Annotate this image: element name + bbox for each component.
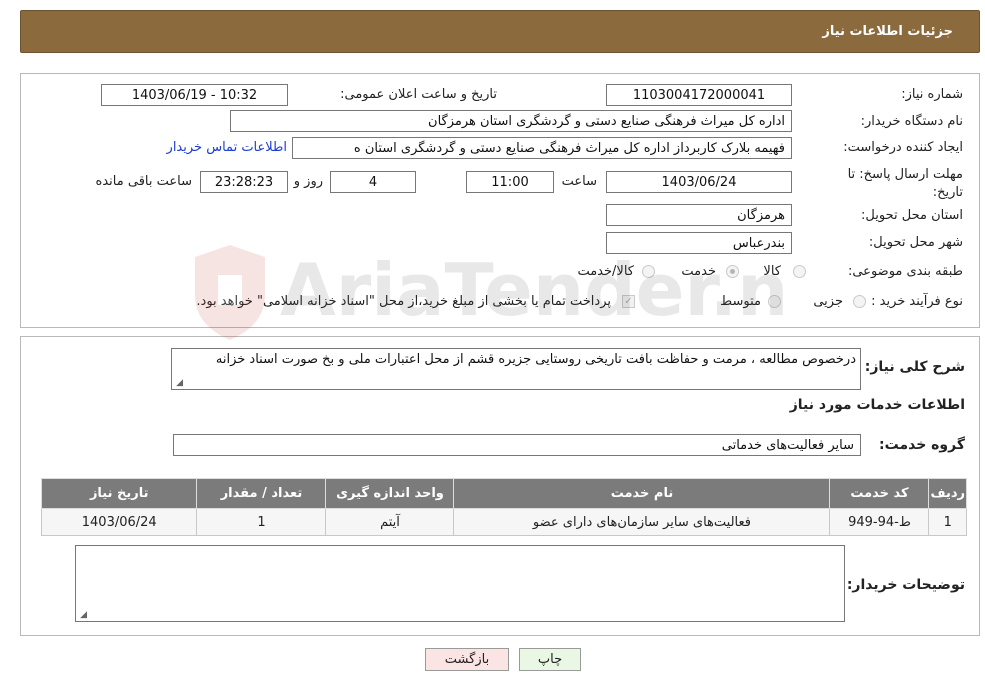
category-radio-goods-service[interactable]: [642, 265, 655, 278]
col-header-unit: واحد اندازه گیری: [325, 478, 455, 509]
need-details-panel: شرح کلی نیاز: درخصوص مطالعه ، مرمت و حفا…: [20, 336, 980, 636]
need-number-field: 1103004172000041: [606, 84, 792, 106]
col-header-quantity: تعداد / مقدار: [196, 478, 327, 509]
page-header: جزئیات اطلاعات نیاز: [20, 10, 980, 53]
deadline-time-field: 11:00: [466, 171, 554, 193]
requester-label: ایجاد کننده درخواست:: [843, 140, 963, 155]
col-header-service-name: نام خدمت: [453, 478, 831, 509]
requester-field: فهیمه بلارک کاربرداز اداره کل میراث فرهن…: [292, 137, 792, 159]
buyer-contact-link[interactable]: اطلاعات تماس خریدار: [167, 140, 287, 155]
deadline-time-label: ساعت: [561, 174, 597, 189]
col-header-need-date: تاریخ نیاز: [40, 478, 198, 509]
deadline-label: مهلت ارسال پاسخ: تا تاریخ:: [847, 167, 963, 200]
cell-row-no: 1: [928, 508, 967, 536]
announce-datetime-field: 1403/06/19 - 10:32: [101, 84, 288, 106]
buyer-org-field: اداره کل میراث فرهنگی صنایع دستی و گردشگ…: [230, 110, 792, 132]
category-radio-service[interactable]: [726, 265, 739, 278]
delivery-province-field: هرمزگان: [606, 204, 792, 226]
description-textarea[interactable]: درخصوص مطالعه ، مرمت و حفاظت بافت تاریخی…: [171, 348, 861, 390]
time-remaining-label: ساعت باقی مانده: [95, 174, 192, 189]
category-option-service: خدمت: [681, 264, 716, 279]
description-label: شرح کلی نیاز:: [864, 359, 965, 375]
need-info-panel: شماره نیاز: 1103004172000041 تاریخ و ساع…: [20, 73, 980, 328]
time-remaining-field: 23:28:23: [200, 171, 288, 193]
purchase-radio-medium[interactable]: [768, 295, 781, 308]
description-text: درخصوص مطالعه ، مرمت و حفاظت بافت تاریخی…: [215, 352, 856, 367]
purchase-type-label: نوع فرآیند خرید :: [871, 294, 963, 309]
category-radio-goods[interactable]: [793, 265, 806, 278]
treasury-note: پرداخت تمام یا بخشی از مبلغ خرید،از محل …: [196, 294, 611, 309]
cell-need-date: 1403/06/24: [40, 508, 198, 536]
buyer-notes-label: توضیحات خریدار:: [846, 577, 965, 593]
resize-handle-icon[interactable]: ◢: [174, 379, 183, 388]
table-header-row: ردیف کد خدمت نام خدمت واحد اندازه گیری ت…: [40, 478, 967, 509]
cell-quantity: 1: [196, 508, 327, 536]
buyer-org-label: نام دستگاه خریدار:: [860, 114, 963, 129]
announce-datetime-label: تاریخ و ساعت اعلان عمومی:: [340, 87, 497, 102]
service-group-field: سایر فعالیت‌های خدماتی: [173, 434, 861, 456]
delivery-city-label: شهر محل تحویل:: [868, 235, 963, 250]
days-label: روز و: [293, 174, 323, 189]
cell-unit: آیتم: [325, 508, 455, 536]
deadline-date-field: 1403/06/24: [606, 171, 792, 193]
days-remaining-field: 4: [330, 171, 416, 193]
purchase-option-minor: جزیی: [813, 294, 843, 309]
print-button[interactable]: چاپ: [519, 648, 581, 671]
resize-handle-icon[interactable]: ◢: [78, 611, 87, 620]
delivery-city-field: بندرعباس: [606, 232, 792, 254]
cell-service-name: فعالیت‌های سایر سازمان‌های دارای عضو: [453, 508, 831, 536]
treasury-checkbox[interactable]: ✓: [622, 295, 635, 308]
purchase-radio-minor[interactable]: [853, 295, 866, 308]
col-header-row-no: ردیف: [928, 478, 967, 509]
category-option-goods: کالا: [763, 264, 781, 279]
services-section-title: اطلاعات خدمات مورد نیاز: [789, 397, 965, 413]
back-button[interactable]: بازگشت: [425, 648, 509, 671]
service-group-label: گروه خدمت:: [879, 437, 965, 453]
purchase-option-medium: متوسط: [720, 294, 761, 309]
table-row: 1 ط-94-949 فعالیت‌های سایر سازمان‌های دا…: [40, 508, 967, 536]
cell-service-code: ط-94-949: [829, 508, 930, 536]
services-table: ردیف کد خدمت نام خدمت واحد اندازه گیری ت…: [40, 478, 967, 536]
delivery-province-label: استان محل تحویل:: [861, 208, 963, 223]
col-header-service-code: کد خدمت: [829, 478, 930, 509]
category-label: طبقه بندی موضوعی:: [847, 264, 963, 279]
need-number-label: شماره نیاز:: [901, 87, 963, 102]
page-title: جزئیات اطلاعات نیاز: [822, 24, 953, 39]
buyer-notes-textarea[interactable]: ◢: [75, 545, 845, 622]
category-option-goods-service: کالا/خدمت: [577, 264, 634, 279]
